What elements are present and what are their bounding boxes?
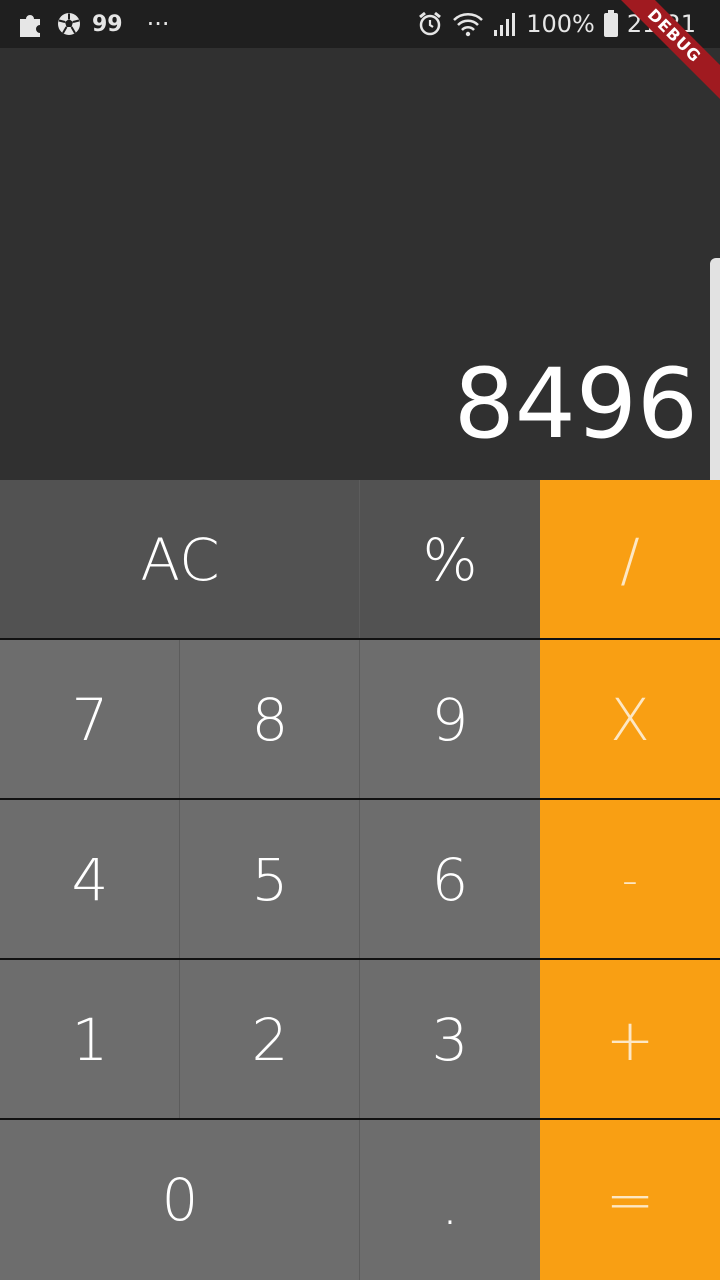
nine-button[interactable]: 9 [360, 640, 540, 800]
more-notifications-indicator: ··· [146, 10, 170, 38]
notification-count: 99 [92, 11, 123, 37]
battery-percent: 100% [526, 10, 595, 38]
three-button[interactable]: 3 [360, 960, 540, 1120]
clear-button[interactable]: AC [0, 480, 360, 640]
eight-button[interactable]: 8 [180, 640, 360, 800]
alarm-icon [416, 10, 444, 38]
subtract-button[interactable]: - [540, 800, 720, 960]
display-value: 8496 [453, 348, 698, 460]
divide-button[interactable]: / [540, 480, 720, 640]
row-divider [0, 798, 720, 800]
one-button[interactable]: 1 [0, 960, 180, 1120]
multiply-button[interactable]: X [540, 640, 720, 800]
zero-button[interactable]: 0 [0, 1120, 360, 1280]
wifi-icon [452, 10, 484, 38]
soccer-ball-icon [56, 11, 82, 37]
seven-button[interactable]: 7 [0, 640, 180, 800]
equals-button[interactable]: = [540, 1120, 720, 1280]
signal-icon [492, 10, 518, 38]
divider [359, 640, 360, 1280]
scroll-handle[interactable] [710, 258, 720, 504]
row-divider [0, 958, 720, 960]
row-divider [0, 638, 720, 640]
two-button[interactable]: 2 [180, 960, 360, 1120]
battery-icon [603, 9, 619, 39]
six-button[interactable]: 6 [360, 800, 540, 960]
status-bar-left: 99 ··· [16, 0, 170, 48]
puzzle-icon [16, 9, 46, 39]
display-area: 8496 [0, 48, 720, 504]
keypad: AC % / 7 8 9 X 4 5 6 - 1 2 3 + 0 . = [0, 480, 720, 1280]
four-button[interactable]: 4 [0, 800, 180, 960]
status-bar: 99 ··· 100% [0, 0, 720, 48]
decimal-button[interactable]: . [360, 1120, 540, 1280]
percent-button[interactable]: % [360, 480, 540, 640]
row-divider [0, 1118, 720, 1120]
five-button[interactable]: 5 [180, 800, 360, 960]
divider [179, 640, 180, 1120]
divider [359, 480, 360, 640]
add-button[interactable]: + [540, 960, 720, 1120]
